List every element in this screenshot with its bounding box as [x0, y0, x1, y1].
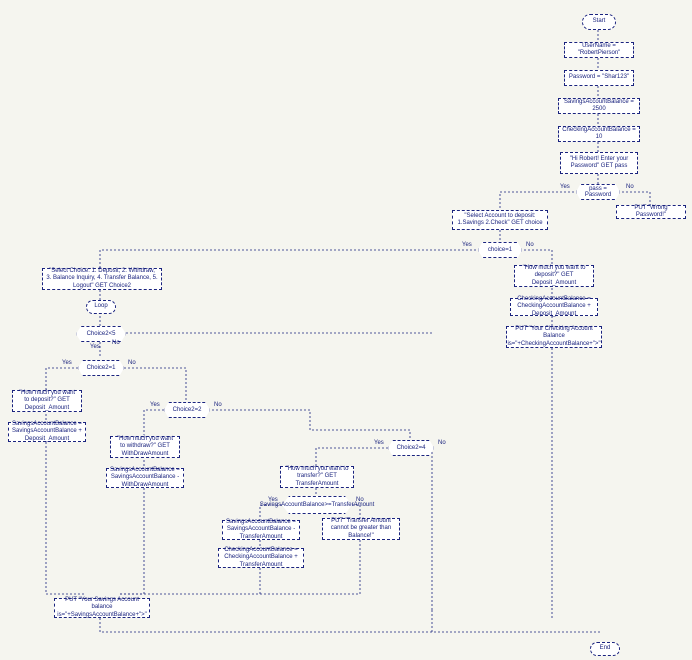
transfer-check: SavingsAccountBalance>=TransferAmount [282, 496, 352, 514]
checking-init: CheckingAccountBalance = 10 [558, 126, 640, 142]
c2-2-decision: Choice2=2 [164, 402, 210, 418]
c2-4-decision: Choice2=4 [388, 440, 434, 456]
no-label-2: No [526, 242, 534, 248]
yes-label-4: Yes [62, 360, 72, 366]
checking-add-transfer: CheckingAccountBalance = CheckingAccount… [218, 548, 304, 568]
yes-label-6: Yes [374, 440, 384, 446]
savings-sub-transfer: SavingsAccountBalance = SavingsAccountBa… [222, 520, 300, 540]
withdraw-prompt: "How much you want to withdraw?" GET Wit… [110, 436, 180, 458]
yes-label-2: Yes [462, 242, 472, 248]
wrong-password: PUT "Wrong Password!" [616, 205, 686, 219]
start-node: Start [582, 14, 616, 30]
yes-label: Yes [560, 184, 570, 190]
yes-label-5: Yes [150, 402, 160, 408]
yes-label-3: Yes [90, 344, 100, 350]
no-label-6: No [438, 440, 446, 446]
choice1-decision: choice=1 [478, 242, 522, 258]
pass-check-decision: pass = Password [576, 184, 620, 200]
greet-prompt: "Hi Robert! Enter your Password" GET pas… [560, 152, 638, 174]
no-label-4: No [128, 360, 136, 366]
no-label-3: No [112, 340, 120, 346]
select-deposit-account: "Select Account to deposit: 1.Savings 2.… [452, 210, 548, 230]
c2-1-decision: Choice2=1 [78, 360, 124, 376]
savings-add: SavingsAccountBalance = SavingsAccountBa… [8, 422, 86, 442]
deposit-checking-prompt: "How much you want to deposit?" GET Depo… [514, 265, 594, 287]
main-menu: "Select Choice: 1. Deposit, 2. Withdraw,… [42, 268, 162, 290]
put-savings-balance: PUT "Your Savings Account balance is="+S… [54, 598, 150, 618]
transfer-fail: PUT "Transfer Amount cannot be greater t… [322, 518, 400, 540]
savings-init: SavingsAccountBalance = 2500 [558, 98, 640, 114]
no-label-5: No [214, 402, 222, 408]
no-label: No [626, 184, 634, 190]
username-init: UserName = "RobertPierson" [564, 42, 634, 58]
checking-add: CheckingAccountBalance = CheckingAccount… [510, 298, 598, 316]
put-checking-balance: PUT "Your Checking Account Balance is="+… [506, 326, 602, 348]
savings-sub-withdraw: SavingsAccountBalance = SavingsAccountBa… [106, 468, 184, 488]
password-init: Password = "Shar123" [564, 70, 634, 86]
end-node: End [590, 642, 620, 656]
transfer-prompt: "How much you want to transfer?" GET Tra… [280, 466, 354, 488]
loop-node: Loop [86, 300, 116, 314]
deposit-savings-prompt: "How much you want to deposit?" GET Depo… [12, 390, 82, 412]
